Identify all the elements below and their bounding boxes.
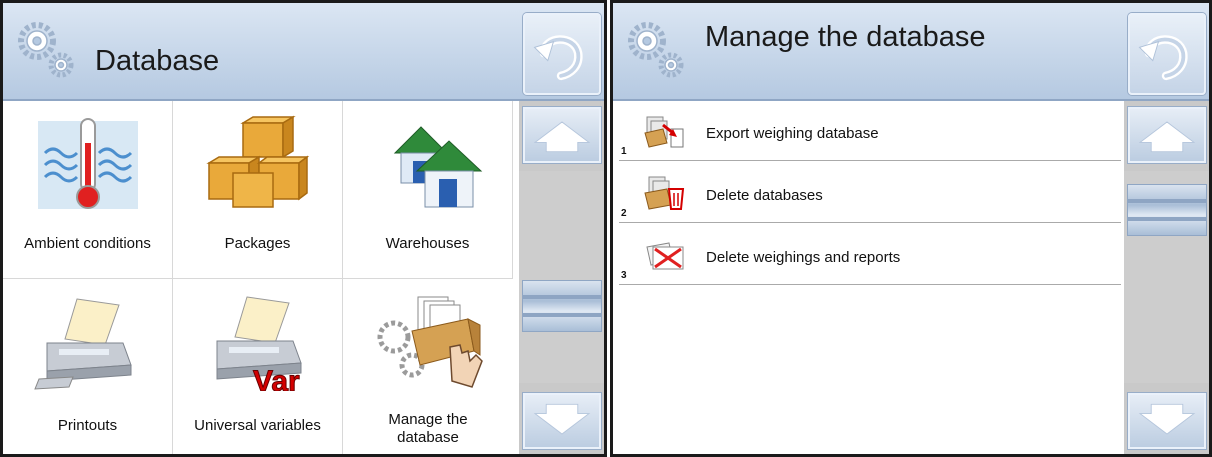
arrow-down-icon xyxy=(1138,403,1196,435)
printer-var-icon: Var xyxy=(216,296,302,391)
list-item-number: 2 xyxy=(621,208,627,219)
scroll-thumb[interactable] xyxy=(1128,185,1206,235)
scrollbar[interactable] xyxy=(519,101,604,454)
tile-label-line2: database xyxy=(397,429,459,446)
tile-label: Packages xyxy=(224,235,291,252)
scroll-track[interactable] xyxy=(1124,171,1209,383)
options-list: Export weighing database 1 Delete databa… xyxy=(613,101,1121,454)
scroll-down-button[interactable] xyxy=(1128,393,1206,449)
database-titlebar: Database xyxy=(3,3,604,101)
list-item-label: Delete databases xyxy=(706,187,823,204)
list-item-delete-databases[interactable]: Delete databases 2 xyxy=(613,163,1121,223)
export-database-icon xyxy=(644,116,684,148)
tile-label: Ambient conditions xyxy=(24,235,151,252)
divider xyxy=(619,160,1121,161)
arrow-up-icon xyxy=(1138,121,1196,153)
divider xyxy=(619,222,1121,223)
houses-icon xyxy=(393,126,483,208)
scroll-track[interactable] xyxy=(519,171,604,383)
scroll-thumb[interactable] xyxy=(523,281,601,331)
list-item-number: 3 xyxy=(621,270,627,281)
gears-icon xyxy=(628,22,684,78)
tile-label-line1: Manage the xyxy=(388,411,468,428)
tile-manage-database[interactable]: Manage the database xyxy=(343,279,513,454)
tile-warehouses[interactable]: Warehouses xyxy=(343,101,513,279)
list-item-label: Export weighing database xyxy=(706,125,879,142)
tile-ambient-conditions[interactable]: Ambient conditions xyxy=(3,101,173,279)
database-panel: Database Ambient conditions Packages War… xyxy=(0,0,607,457)
list-item-export[interactable]: Export weighing database 1 xyxy=(613,101,1121,161)
menu-grid: Ambient conditions Packages Warehouses P… xyxy=(3,101,516,454)
printer-icon xyxy=(34,298,132,390)
database-drawer-hand-icon xyxy=(377,296,483,388)
thermometer-icon xyxy=(38,118,138,209)
list-item-label: Delete weighings and reports xyxy=(706,249,901,266)
divider xyxy=(619,284,1121,285)
tile-label: Universal variables xyxy=(194,417,321,434)
back-button[interactable] xyxy=(1128,13,1206,95)
arrow-down-icon xyxy=(533,403,591,435)
var-badge: Var xyxy=(253,365,300,391)
delete-database-icon xyxy=(644,176,685,210)
tile-label: Warehouses xyxy=(385,235,470,252)
tile-label: Printouts xyxy=(57,417,118,434)
scroll-up-button[interactable] xyxy=(1128,107,1206,163)
scrollbar[interactable] xyxy=(1124,101,1209,454)
manage-database-titlebar: Manage the database xyxy=(613,3,1209,101)
list-item-number: 1 xyxy=(621,146,627,157)
scroll-up-button[interactable] xyxy=(523,107,601,163)
list-item-delete-weighings[interactable]: Delete weighings and reports 3 xyxy=(613,225,1121,285)
boxes-icon xyxy=(206,115,310,208)
back-button[interactable] xyxy=(523,13,601,95)
tile-universal-variables[interactable]: Var Universal variables xyxy=(173,279,343,454)
page-title: Database xyxy=(95,45,220,77)
manage-database-panel: Manage the database Export weighing data… xyxy=(610,0,1212,457)
arrow-up-icon xyxy=(533,121,591,153)
tile-printouts[interactable]: Printouts xyxy=(3,279,173,454)
undo-arrow-icon xyxy=(533,35,583,81)
delete-reports-icon xyxy=(646,242,684,270)
scroll-down-button[interactable] xyxy=(523,393,601,449)
gears-icon xyxy=(18,22,74,78)
tile-packages[interactable]: Packages xyxy=(173,101,343,279)
undo-arrow-icon xyxy=(1138,35,1188,81)
page-title: Manage the database xyxy=(705,21,986,53)
